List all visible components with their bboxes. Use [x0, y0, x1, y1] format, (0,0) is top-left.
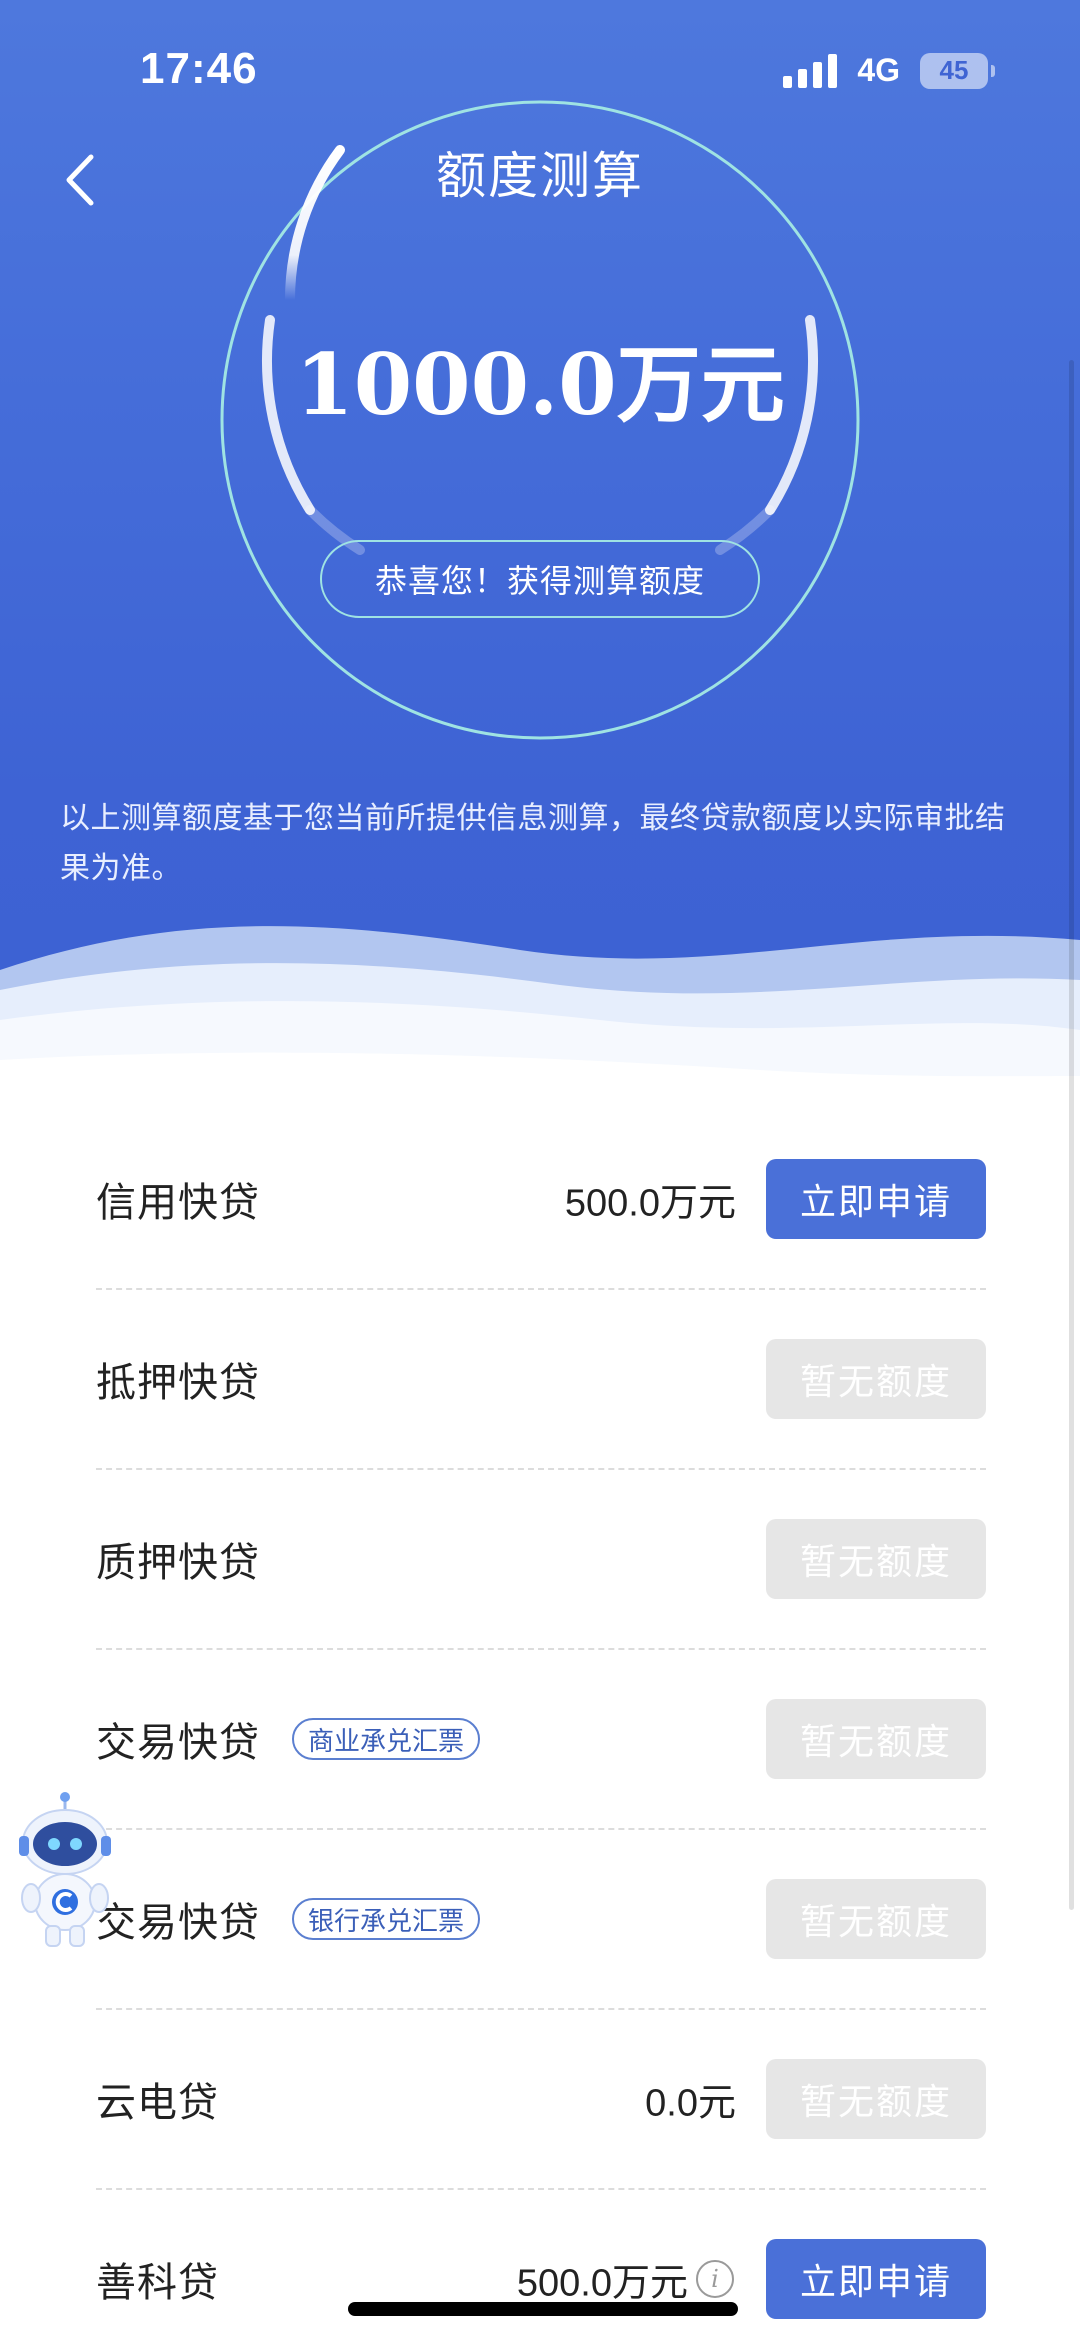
- estimated-amount: 1000.0万元: [295, 335, 785, 434]
- loan-name: 交易快贷: [96, 1720, 260, 1766]
- loan-row: 云电贷 0.0元 暂无额度: [96, 2010, 986, 2190]
- loan-amount: 500.0万元: [564, 1182, 736, 1225]
- wave-decoration: [0, 926, 1080, 1130]
- loan-list: 信用快贷 500.0万元 立即申请 抵押快贷 暂无额度 质押快贷 暂无额度 交易…: [96, 1110, 986, 2342]
- loan-amount: 0.0元: [645, 2082, 736, 2125]
- home-indicator[interactable]: [348, 2302, 738, 2316]
- apply-button[interactable]: 立即申请: [766, 1159, 986, 1239]
- loan-name: 善科贷: [96, 2260, 219, 2306]
- bill-type-tag: 商业承兑汇票: [292, 1718, 481, 1760]
- loan-name: 质押快贷: [96, 1540, 260, 1586]
- loan-name: 交易快贷: [96, 1900, 260, 1946]
- loan-row: 交易快贷 银行承兑汇票 暂无额度: [96, 1830, 986, 2010]
- loan-row: 信用快贷 500.0万元 立即申请: [96, 1110, 986, 1290]
- loan-row: 抵押快贷 暂无额度: [96, 1290, 986, 1470]
- page: 17:46 4G 45 额度测算 1000.0万元 恭喜您！获得测算额度 以上测…: [0, 0, 1080, 2342]
- no-quota-button: 暂无额度: [766, 1699, 986, 1779]
- battery-icon: 45: [920, 52, 995, 89]
- battery-level: 45: [939, 55, 969, 85]
- loan-name: 云电贷: [96, 2080, 219, 2126]
- loan-row: 质押快贷 暂无额度: [96, 1470, 986, 1650]
- scrollbar[interactable]: [1069, 360, 1074, 1910]
- no-quota-button: 暂无额度: [766, 1879, 986, 1959]
- no-quota-button: 暂无额度: [766, 1339, 986, 1419]
- hero-section: 17:46 4G 45 额度测算 1000.0万元 恭喜您！获得测算额度 以上测…: [0, 0, 1080, 1130]
- no-quota-button: 暂无额度: [766, 1519, 986, 1599]
- loan-name: 抵押快贷: [96, 1360, 260, 1406]
- apply-button[interactable]: 立即申请: [766, 2239, 986, 2319]
- congrats-badge: 恭喜您！获得测算额度: [320, 540, 760, 618]
- loan-row: 交易快贷 商业承兑汇票 暂无额度: [96, 1650, 986, 1830]
- bill-type-tag: 银行承兑汇票: [292, 1898, 481, 1940]
- info-icon[interactable]: i: [696, 2260, 734, 2298]
- loan-name: 信用快贷: [96, 1180, 260, 1226]
- loan-row: 善科贷 500.0万元 i 立即申请: [96, 2190, 986, 2342]
- disclaimer-text: 以上测算额度基于您当前所提供信息测算，最终贷款额度以实际审批结果为准。: [60, 801, 1006, 886]
- robot-assistant-icon[interactable]: [10, 1790, 120, 1950]
- loan-amount: 500.0万元: [516, 2262, 688, 2305]
- no-quota-button: 暂无额度: [766, 2059, 986, 2139]
